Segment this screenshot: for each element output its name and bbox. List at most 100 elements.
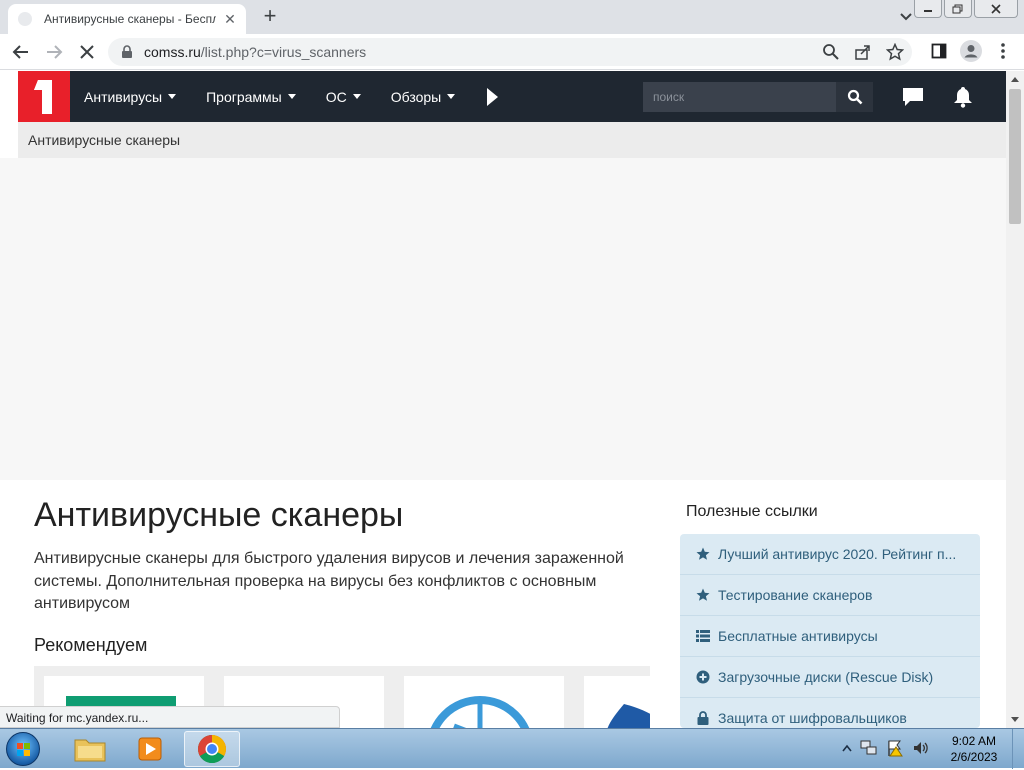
windows-taskbar: 9:02 AM 2/6/2023 [0, 728, 1024, 769]
site-search-button[interactable] [836, 82, 873, 112]
useful-link[interactable]: Лучший антивирус 2020. Рейтинг п... [680, 534, 980, 575]
system-tray [842, 739, 930, 757]
browser-tab[interactable]: Антивирусные сканеры - Беспл ✕ [8, 4, 246, 34]
useful-link-label: Бесплатные антивирусы [718, 628, 878, 644]
site-search-input[interactable] [643, 82, 836, 112]
toolbar-right [928, 40, 1014, 62]
minimize-icon [924, 9, 932, 12]
network-icon[interactable] [860, 739, 878, 757]
zoom-search-icon[interactable] [822, 43, 840, 61]
chat-icon[interactable] [901, 85, 925, 109]
share-icon[interactable] [854, 43, 872, 61]
back-arrow-icon [12, 45, 28, 59]
forward-arrow-icon [47, 45, 63, 59]
nav-programs-label: Программы [206, 88, 282, 105]
side-panel-button[interactable] [928, 40, 950, 62]
loading-status: Waiting for mc.yandex.ru... [0, 706, 340, 728]
stop-x-icon [80, 45, 94, 59]
close-window-button[interactable] [974, 0, 1018, 18]
side-panel-icon [931, 43, 947, 59]
minimize-button[interactable] [914, 0, 942, 18]
restore-button[interactable] [944, 0, 972, 18]
tab-close-icon[interactable]: ✕ [222, 11, 238, 28]
back-button[interactable] [9, 40, 33, 64]
caret-down-icon [168, 94, 177, 99]
new-tab-button[interactable]: + [258, 5, 282, 29]
stop-loading-button[interactable] [75, 40, 99, 64]
tab-search-chevron-icon[interactable] [896, 8, 916, 26]
star-icon [696, 547, 710, 561]
scroll-down-button[interactable] [1006, 712, 1024, 728]
search-icon [847, 89, 862, 105]
clock-date: 2/6/2023 [950, 750, 998, 764]
star-icon [696, 588, 710, 602]
browser-menu-button[interactable] [992, 40, 1014, 62]
nav-more-arrow-icon[interactable] [485, 87, 499, 107]
useful-link[interactable]: Защита от шифровальщиков [680, 698, 980, 728]
page-scrollbar[interactable] [1006, 71, 1024, 728]
useful-links-title: Полезные ссылки [686, 503, 818, 520]
lock-icon [122, 45, 132, 58]
omnibox-actions [822, 43, 904, 61]
useful-link-label: Лучший антивирус 2020. Рейтинг п... [718, 546, 957, 562]
forward-button[interactable] [42, 40, 66, 64]
url-path: /list.php?c=virus_scanners [200, 44, 367, 60]
ad-placeholder [0, 158, 1006, 480]
product-logo-drop-icon [607, 704, 650, 728]
tray-expand-icon[interactable] [842, 744, 852, 752]
site-logo[interactable] [18, 71, 70, 122]
restore-icon [952, 4, 963, 13]
tab-title: Антивирусные сканеры - Беспл [44, 12, 216, 26]
caret-down-icon [447, 94, 456, 99]
nav-reviews-label: Обзоры [390, 88, 442, 105]
browser-tabstrip: Антивирусные сканеры - Беспл ✕ + [0, 0, 1024, 34]
profile-avatar-icon [960, 40, 982, 62]
page-description: Антивирусные сканеры для быстрого удален… [34, 550, 624, 612]
clock-time: 9:02 AM [951, 734, 997, 748]
url-host: comss.ru [144, 44, 201, 60]
nav-programs[interactable]: Программы [206, 89, 296, 105]
taskbar-chrome[interactable] [184, 731, 240, 767]
close-icon [991, 3, 1001, 14]
useful-link[interactable]: Бесплатные антивирусы [680, 616, 980, 657]
bookmark-star-icon[interactable] [886, 43, 904, 61]
scroll-up-arrow-icon [1011, 77, 1019, 82]
scroll-thumb[interactable] [1009, 89, 1021, 224]
url-text: comss.ru/list.php?c=virus_scanners [144, 44, 366, 60]
volume-icon[interactable] [912, 739, 930, 757]
product-card[interactable] [404, 676, 564, 728]
taskbar-explorer[interactable] [62, 731, 118, 767]
page-favicon-icon [18, 12, 32, 26]
list-icon [696, 629, 710, 643]
start-button[interactable] [6, 732, 40, 766]
product-card[interactable] [584, 676, 650, 728]
action-center-warning-icon[interactable] [886, 739, 904, 757]
recommend-heading: Рекомендуем [34, 635, 148, 655]
show-desktop-button[interactable] [1012, 729, 1024, 769]
nav-antivirus[interactable]: Антивирусы [84, 89, 177, 105]
scroll-down-arrow-icon [1011, 717, 1019, 722]
comss-logo-icon [34, 80, 52, 114]
window-controls [914, 0, 1018, 18]
windows-logo-icon [17, 743, 30, 756]
useful-link[interactable]: Загрузочные диски (Rescue Disk) [680, 657, 980, 698]
kebab-menu-icon [1001, 43, 1005, 59]
address-bar[interactable]: comss.ru/list.php?c=virus_scanners [108, 38, 912, 66]
profile-button[interactable] [960, 40, 982, 62]
bell-icon[interactable] [951, 85, 975, 109]
product-logo-shield-icon [430, 696, 530, 728]
breadcrumb-current[interactable]: Антивирусные сканеры [28, 132, 180, 148]
useful-link[interactable]: Тестирование сканеров [680, 575, 980, 616]
lock-icon [696, 711, 710, 725]
browser-toolbar: comss.ru/list.php?c=virus_scanners [0, 34, 1024, 70]
nav-os[interactable]: ОС [326, 89, 361, 105]
useful-link-label: Тестирование сканеров [718, 587, 873, 603]
caret-down-icon [352, 94, 361, 99]
breadcrumb: Антивирусные сканеры [18, 122, 1006, 158]
page-title: Антивирусные сканеры [34, 496, 404, 534]
nav-reviews[interactable]: Обзоры [391, 89, 456, 105]
taskbar-clock[interactable]: 9:02 AM 2/6/2023 [944, 733, 1004, 765]
plus-circle-icon [696, 670, 710, 684]
taskbar-media-player[interactable] [122, 731, 178, 767]
scroll-up-button[interactable] [1006, 71, 1024, 87]
